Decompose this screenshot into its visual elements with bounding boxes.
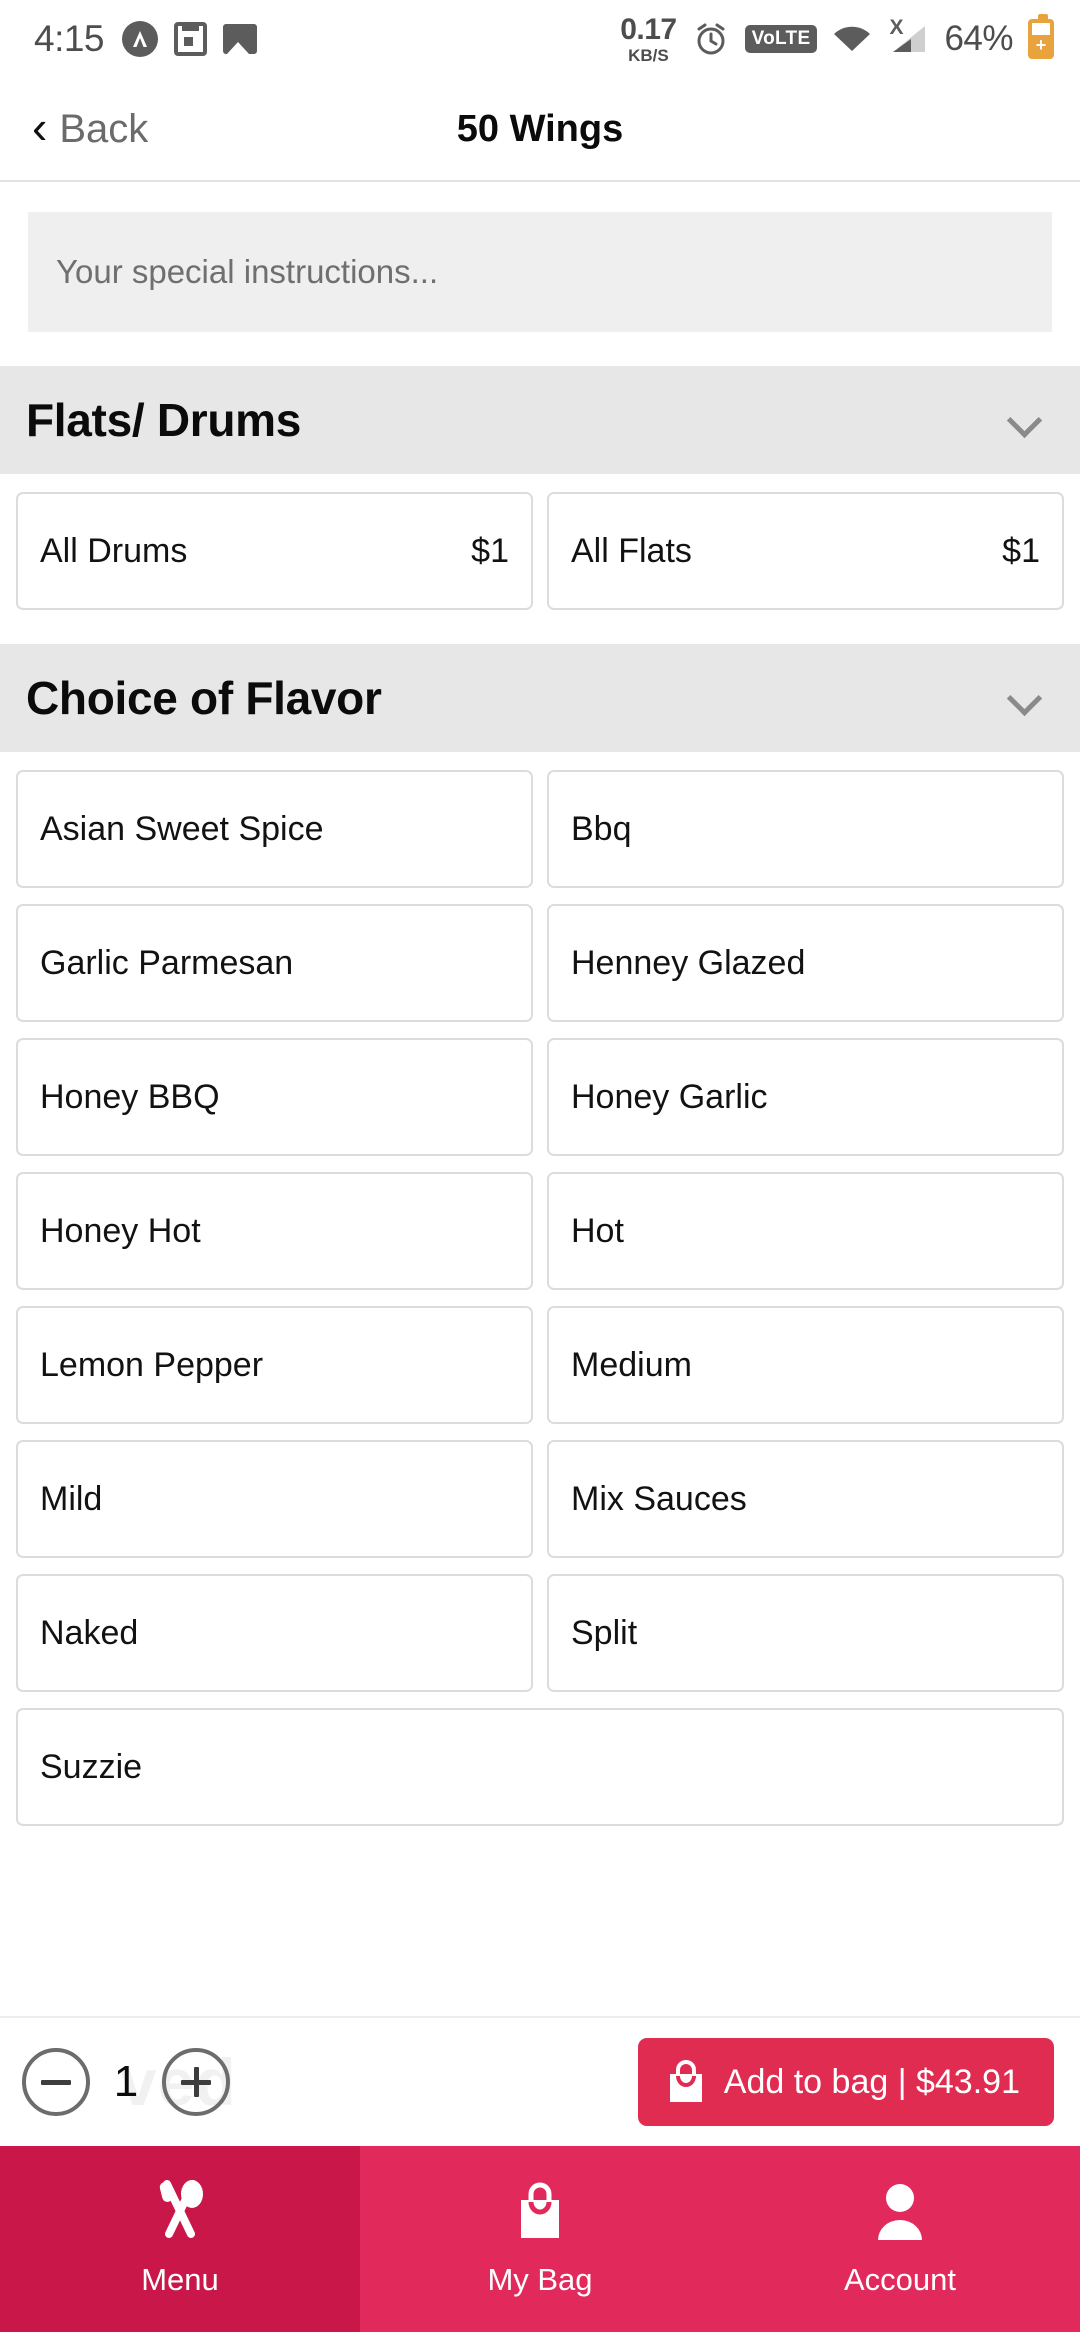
option-label: Split [571, 1613, 638, 1652]
page-title: 50 Wings [456, 107, 624, 150]
volte-icon: VoLTE [744, 25, 818, 53]
option-price: $1 [1002, 531, 1040, 570]
option-card[interactable]: Asian Sweet Spice [16, 770, 533, 888]
option-card[interactable]: Mix Sauces [547, 1440, 1064, 1558]
option-card[interactable]: Split [547, 1574, 1064, 1692]
tab-my-bag-label: My Bag [487, 2262, 593, 2297]
alarm-icon [692, 20, 730, 58]
app-header: ‹ Back 50 Wings [0, 78, 1080, 182]
option-card[interactable]: Bbq [547, 770, 1064, 888]
wifi-icon [832, 23, 872, 55]
network-speed-unit: KB/S [628, 45, 669, 65]
network-speed-value: 0.17 [620, 12, 677, 46]
plus-icon-vertical [193, 2067, 199, 2097]
cutlery-icon [151, 2180, 209, 2242]
back-button[interactable]: ‹ Back [32, 100, 149, 153]
option-card[interactable]: Lemon Pepper [16, 1306, 533, 1424]
option-label: Bbq [571, 809, 632, 848]
cellular-signal-icon: X [887, 16, 929, 58]
status-notification-icons [122, 21, 258, 57]
option-label: Asian Sweet Spice [40, 809, 324, 848]
action-bar: ved 1 Add to bag | $43.91 [0, 2016, 1080, 2146]
back-button-label: Back [59, 106, 149, 151]
chevron-down-icon[interactable] [1006, 408, 1046, 432]
special-instructions-input[interactable]: Your special instructions... [28, 212, 1052, 332]
option-card[interactable]: Mild [16, 1440, 533, 1558]
section-header-choice-of-flavor[interactable]: Choice of Flavor [0, 644, 1080, 752]
quantity-value: 1 [113, 2057, 139, 2106]
content-bottom-spacer [0, 1826, 1080, 1848]
option-card[interactable]: Honey Hot [16, 1172, 533, 1290]
tab-menu-label: Menu [141, 2262, 219, 2297]
option-label: Hot [571, 1211, 624, 1250]
bag-icon [513, 2180, 567, 2242]
tab-menu[interactable]: Menu [0, 2146, 360, 2332]
chevron-down-icon[interactable] [1006, 686, 1046, 710]
option-label: Garlic Parmesan [40, 943, 294, 982]
option-label: Henney Glazed [571, 943, 806, 982]
option-label: All Drums [40, 531, 188, 570]
quantity-stepper: 1 [22, 2048, 230, 2116]
section-header-flats-drums[interactable]: Flats/ Drums [0, 366, 1080, 474]
option-card[interactable]: All Flats $1 [547, 492, 1064, 610]
option-label: Medium [571, 1345, 692, 1384]
battery-charging-icon: + [1028, 14, 1054, 59]
calendar-icon [174, 22, 208, 56]
app-screen: 4:15 0.17 KB/S VoLTE X 64% + ‹ Back 50 W… [0, 0, 1080, 2332]
bottom-tab-bar: Menu My Bag Account [0, 2146, 1080, 2332]
special-instructions-wrapper: Your special instructions... [0, 182, 1080, 332]
image-icon [223, 24, 258, 54]
option-label: All Flats [571, 531, 692, 570]
option-card[interactable]: Henney Glazed [547, 904, 1064, 1022]
app-notification-icon [122, 21, 159, 57]
tab-account-label: Account [843, 2262, 956, 2297]
status-time: 4:15 [34, 18, 105, 59]
add-to-bag-label: Add to bag | $43.91 [723, 2062, 1020, 2101]
option-label: Lemon Pepper [40, 1345, 264, 1384]
options-grid-flats-drums: All Drums $1 All Flats $1 [0, 474, 1080, 610]
option-price: $1 [471, 531, 509, 570]
option-label: Honey BBQ [40, 1077, 220, 1116]
option-card[interactable]: Naked [16, 1574, 533, 1692]
option-card[interactable]: Hot [547, 1172, 1064, 1290]
status-bar: 4:15 0.17 KB/S VoLTE X 64% + [0, 0, 1080, 78]
option-card[interactable]: Honey Garlic [547, 1038, 1064, 1156]
add-to-bag-button[interactable]: Add to bag | $43.91 [637, 2038, 1054, 2126]
option-label: Honey Garlic [571, 1077, 768, 1116]
option-label: Mild [40, 1479, 103, 1518]
special-instructions-placeholder: Your special instructions... [56, 253, 439, 290]
option-label: Naked [40, 1613, 139, 1652]
section-title: Flats/ Drums [26, 394, 302, 446]
option-label: Mix Sauces [571, 1479, 747, 1518]
tab-account[interactable]: Account [720, 2146, 1080, 2332]
option-card[interactable]: Honey BBQ [16, 1038, 533, 1156]
chevron-left-icon: ‹ [32, 100, 48, 153]
increment-quantity-button[interactable] [162, 2048, 230, 2116]
option-label: Honey Hot [40, 1211, 201, 1250]
status-system-icons: 0.17 KB/S VoLTE X 64% + [620, 12, 1054, 65]
option-card[interactable]: Medium [547, 1306, 1064, 1424]
person-icon [873, 2180, 927, 2242]
section-title: Choice of Flavor [26, 672, 382, 724]
minus-icon [41, 2079, 71, 2085]
content-scroll-area[interactable]: Your special instructions... Flats/ Drum… [0, 182, 1080, 2016]
option-label: Suzzie [40, 1747, 143, 1786]
bag-icon [666, 2060, 706, 2104]
options-grid-flavors: Asian Sweet Spice Bbq Garlic Parmesan He… [0, 752, 1080, 1826]
tab-my-bag[interactable]: My Bag [360, 2146, 720, 2332]
decrement-quantity-button[interactable] [22, 2048, 90, 2116]
network-speed-indicator: 0.17 KB/S [620, 12, 677, 65]
option-card[interactable]: Suzzie [16, 1708, 1064, 1826]
battery-percent-label: 64% [944, 19, 1013, 58]
option-card[interactable]: Garlic Parmesan [16, 904, 533, 1022]
option-card[interactable]: All Drums $1 [16, 492, 533, 610]
